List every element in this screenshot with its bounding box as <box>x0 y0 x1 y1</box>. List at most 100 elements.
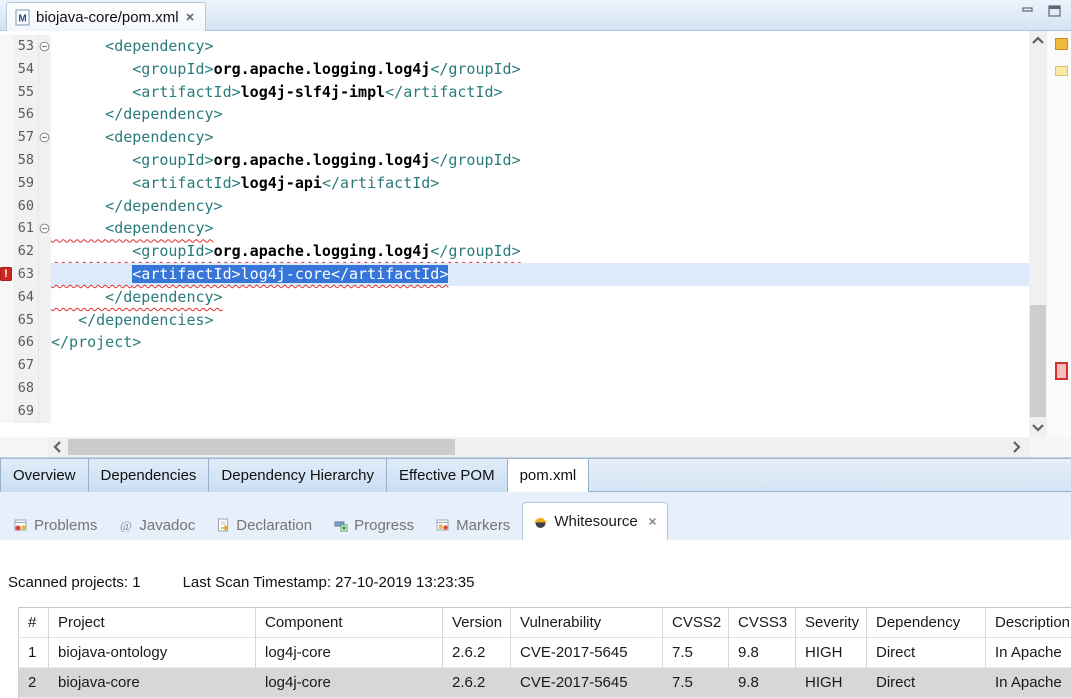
code-line[interactable]: 69 <box>0 400 1029 423</box>
view-tab-javadoc[interactable]: @Javadoc <box>109 510 205 540</box>
xml-source-editor[interactable]: 53 <dependency>54 <groupId>org.apache.lo… <box>0 31 1029 437</box>
horizontal-scrollbar[interactable] <box>0 437 1071 458</box>
fold-gutter[interactable] <box>39 240 51 263</box>
line-number[interactable]: 56 <box>13 103 39 126</box>
code-line[interactable]: 62 <groupId>org.apache.logging.log4j</gr… <box>0 240 1029 263</box>
annotation-gutter[interactable] <box>0 58 13 81</box>
view-tab-problems[interactable]: Problems <box>4 510 107 540</box>
pom-page-tab-overview[interactable]: Overview <box>0 459 89 493</box>
column-header--[interactable]: # <box>19 608 49 637</box>
annotation-gutter[interactable] <box>0 377 13 400</box>
annotation-gutter[interactable] <box>0 286 13 309</box>
minimize-view-icon[interactable] <box>1022 6 1034 17</box>
code-text[interactable]: <dependency> <box>51 217 1029 240</box>
fold-gutter[interactable] <box>39 217 51 240</box>
fold-collapse-icon[interactable] <box>39 223 50 234</box>
code-line[interactable]: 57 <dependency> <box>0 126 1029 149</box>
code-line[interactable]: 65 </dependencies> <box>0 309 1029 332</box>
line-number[interactable]: 57 <box>13 126 39 149</box>
view-tab-whitesource[interactable]: Whitesource <box>522 502 667 540</box>
code-line[interactable]: 66 </project> <box>0 331 1029 354</box>
column-header-vulnerability[interactable]: Vulnerability <box>511 608 663 637</box>
code-text[interactable]: </dependency> <box>51 286 1029 309</box>
scroll-up-icon[interactable] <box>1029 31 1047 49</box>
fold-gutter[interactable] <box>39 286 51 309</box>
line-number[interactable]: 65 <box>13 309 39 332</box>
code-text[interactable]: <groupId>org.apache.logging.log4j</group… <box>51 240 1029 263</box>
editor-tab-pom-xml[interactable]: M biojava-core/pom.xml <box>6 2 206 31</box>
annotation-gutter[interactable] <box>0 309 13 332</box>
line-number[interactable]: 68 <box>13 377 39 400</box>
annotation-gutter[interactable] <box>0 126 13 149</box>
line-number[interactable]: 59 <box>13 172 39 195</box>
code-text[interactable]: <dependency> <box>51 35 1029 58</box>
fold-gutter[interactable] <box>39 377 51 400</box>
column-header-severity[interactable]: Severity <box>796 608 867 637</box>
code-text[interactable] <box>51 354 1029 377</box>
annotation-gutter[interactable] <box>0 35 13 58</box>
annotation-gutter[interactable] <box>0 354 13 377</box>
close-icon[interactable] <box>185 12 195 22</box>
column-header-description[interactable]: Description <box>986 608 1071 637</box>
line-number[interactable]: 58 <box>13 149 39 172</box>
code-line[interactable]: 53 <dependency> <box>0 35 1029 58</box>
fold-collapse-icon[interactable] <box>39 41 50 52</box>
code-text[interactable]: <artifactId>log4j-core</artifactId> <box>51 263 1029 286</box>
code-text[interactable]: <groupId>org.apache.logging.log4j</group… <box>51 58 1029 81</box>
annotation-gutter[interactable] <box>0 217 13 240</box>
annotation-gutter[interactable] <box>0 331 13 354</box>
annotation-gutter[interactable] <box>0 240 13 263</box>
line-number[interactable]: 69 <box>13 400 39 423</box>
code-line[interactable]: 58 <groupId>org.apache.logging.log4j</gr… <box>0 149 1029 172</box>
code-line[interactable]: 56 </dependency> <box>0 103 1029 126</box>
code-text[interactable]: <groupId>org.apache.logging.log4j</group… <box>51 149 1029 172</box>
line-number[interactable]: 67 <box>13 354 39 377</box>
column-header-project[interactable]: Project <box>49 608 256 637</box>
horizontal-scrollbar-thumb[interactable] <box>68 439 455 455</box>
line-number[interactable]: 62 <box>13 240 39 263</box>
line-number[interactable]: 66 <box>13 331 39 354</box>
line-number[interactable]: 63 <box>13 263 39 286</box>
fold-gutter[interactable] <box>39 354 51 377</box>
pom-page-tab-dependencies[interactable]: Dependencies <box>89 459 210 493</box>
scroll-right-icon[interactable] <box>1008 437 1026 457</box>
annotation-gutter[interactable] <box>0 400 13 423</box>
overview-marker-warning[interactable] <box>1055 38 1068 50</box>
code-line[interactable]: 55 <artifactId>log4j-slf4j-impl</artifac… <box>0 81 1029 104</box>
table-row[interactable]: 2biojava-corelog4j-core2.6.2CVE-2017-564… <box>19 668 1071 698</box>
column-header-version[interactable]: Version <box>443 608 511 637</box>
overview-ruler[interactable] <box>1047 31 1071 437</box>
code-text[interactable] <box>51 400 1029 423</box>
annotation-gutter[interactable] <box>0 195 13 218</box>
code-text[interactable]: </dependency> <box>51 103 1029 126</box>
code-line[interactable]: 68 <box>0 377 1029 400</box>
line-number[interactable]: 61 <box>13 217 39 240</box>
fold-gutter[interactable] <box>39 195 51 218</box>
close-icon[interactable] <box>648 517 657 526</box>
fold-gutter[interactable] <box>39 35 51 58</box>
annotation-gutter[interactable]: ! <box>0 263 13 286</box>
fold-gutter[interactable] <box>39 149 51 172</box>
pom-page-tab-pom-xml[interactable]: pom.xml <box>508 459 590 493</box>
code-line[interactable]: 60 </dependency> <box>0 195 1029 218</box>
fold-gutter[interactable] <box>39 103 51 126</box>
code-text[interactable]: </dependency> <box>51 195 1029 218</box>
fold-gutter[interactable] <box>39 400 51 423</box>
code-line[interactable]: !63 <artifactId>log4j-core</artifactId> <box>0 263 1029 286</box>
code-line[interactable]: 54 <groupId>org.apache.logging.log4j</gr… <box>0 58 1029 81</box>
scroll-down-icon[interactable] <box>1029 419 1047 437</box>
annotation-gutter[interactable] <box>0 103 13 126</box>
line-number[interactable]: 60 <box>13 195 39 218</box>
vertical-scrollbar[interactable] <box>1029 31 1047 437</box>
code-text[interactable]: <dependency> <box>51 126 1029 149</box>
overview-marker-occurrence[interactable] <box>1055 66 1068 76</box>
line-number[interactable]: 54 <box>13 58 39 81</box>
maximize-view-icon[interactable] <box>1048 5 1061 17</box>
column-header-dependency[interactable]: Dependency <box>867 608 986 637</box>
line-number[interactable]: 55 <box>13 81 39 104</box>
code-text[interactable]: </project> <box>51 331 1029 354</box>
vertical-scrollbar-thumb[interactable] <box>1030 305 1046 417</box>
column-header-cvss2[interactable]: CVSS2 <box>663 608 729 637</box>
line-number[interactable]: 53 <box>13 35 39 58</box>
code-text[interactable]: </dependencies> <box>51 309 1029 332</box>
